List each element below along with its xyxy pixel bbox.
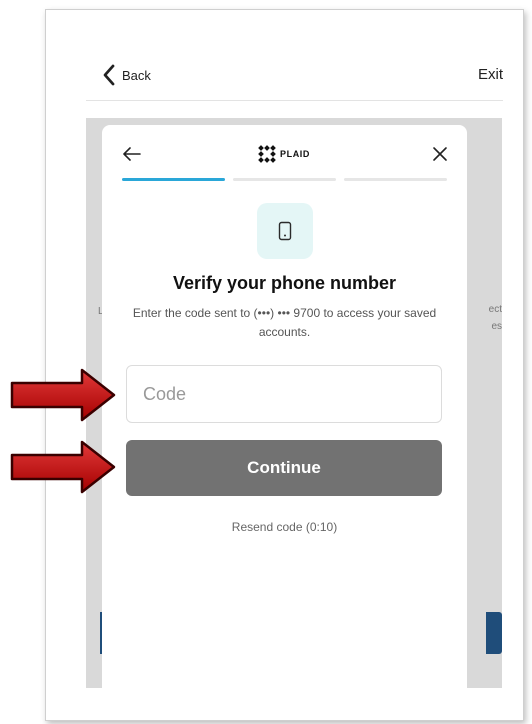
- plaid-verify-modal: PLAID Verify your phone number Enter the…: [102, 125, 467, 695]
- phone-icon: [278, 221, 292, 241]
- close-icon[interactable]: [431, 145, 449, 163]
- page-title: Verify your phone number: [172, 273, 397, 293]
- resend-code-link[interactable]: Resend code (0:10): [102, 520, 467, 534]
- arrow-left-icon[interactable]: [122, 145, 142, 163]
- page-subtitle: Enter the code sent to (•••) ••• 9700 to…: [132, 306, 437, 339]
- code-placeholder: Code: [143, 383, 187, 404]
- background-text-right-2: es: [491, 321, 502, 332]
- top-bar: Back Exit: [86, 62, 503, 101]
- plaid-logo-icon: [258, 145, 276, 163]
- continue-button[interactable]: Continue: [126, 440, 442, 496]
- red-arrow-icon: [10, 440, 116, 494]
- phone-icon-tile: [257, 203, 313, 259]
- plaid-wordmark: PLAID: [280, 149, 310, 159]
- back-label: Back: [122, 67, 151, 83]
- background-button-right-edge: [486, 612, 502, 654]
- background-text-right-1: ect: [488, 304, 502, 315]
- progress-segment-2: [233, 178, 336, 181]
- modal-header: PLAID: [102, 125, 467, 183]
- plaid-logo: PLAID: [258, 145, 310, 163]
- progress-bar: [122, 178, 447, 181]
- chevron-left-icon: [103, 64, 115, 86]
- progress-segment-3: [344, 178, 447, 181]
- progress-segment-1: [122, 178, 225, 181]
- red-arrow-icon: [10, 368, 116, 422]
- code-input[interactable]: Code: [126, 365, 442, 423]
- exit-button[interactable]: Exit: [478, 66, 503, 83]
- back-button[interactable]: Back: [102, 64, 151, 86]
